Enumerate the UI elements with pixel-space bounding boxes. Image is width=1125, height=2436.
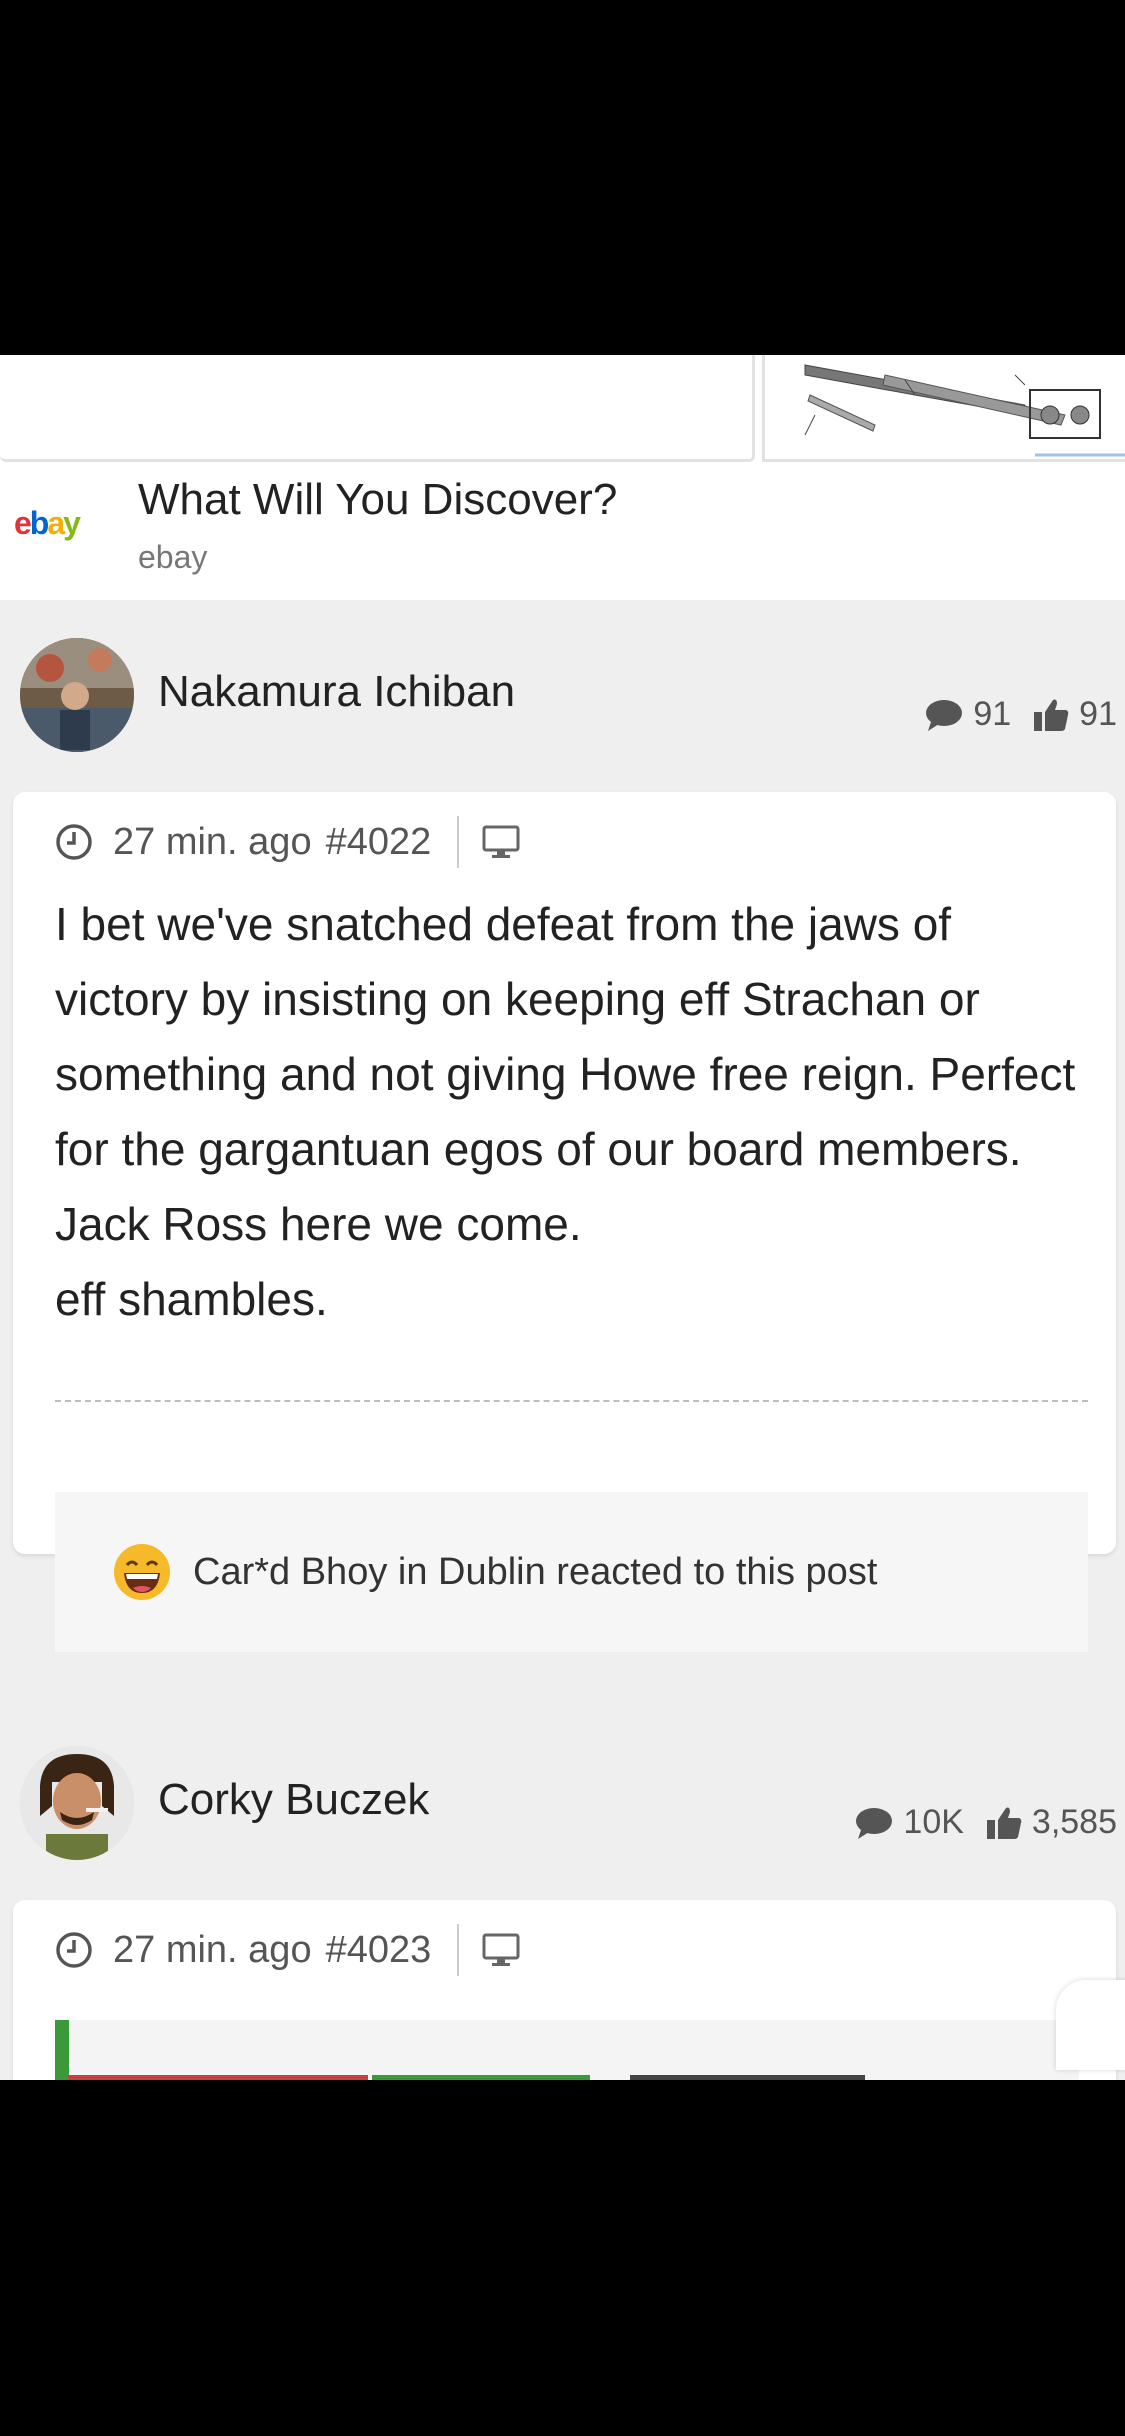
bottom-black-bar	[0, 2080, 1125, 2436]
post-meta: 27 min. ago #4023	[55, 1922, 521, 1978]
avatar[interactable]	[20, 638, 134, 752]
top-black-bar	[0, 0, 1125, 355]
like-count-value: 3,585	[1031, 1803, 1117, 1841]
author-name[interactable]: Nakamura Ichiban	[158, 667, 515, 717]
thumbs-up-icon	[1034, 699, 1069, 731]
clock-icon	[56, 824, 92, 860]
post-card: 27 min. ago #4023	[13, 1900, 1125, 2080]
post-body: I bet we've snatched defeat from the jaw…	[55, 887, 1095, 1337]
grin-emoji-icon	[114, 1544, 170, 1600]
like-count: 91	[1033, 695, 1117, 734]
post-paragraph: eff shambles.	[55, 1273, 328, 1325]
post-divider	[55, 1400, 1088, 1402]
comment-count-value: 91	[973, 695, 1012, 733]
ad-block[interactable]: ebay What Will You Discover? ebay	[0, 355, 1125, 600]
author-stats: 10K 3,585	[855, 1803, 1117, 1842]
comment-icon	[926, 699, 963, 731]
meta-divider	[457, 1924, 460, 1976]
desktop-icon	[482, 825, 520, 858]
comment-count: 10K	[855, 1803, 964, 1842]
avatar[interactable]	[20, 1746, 134, 1860]
author-stats: 91 91	[925, 695, 1117, 734]
parts-diagram-image	[765, 355, 1125, 459]
post-time: 27 min. ago	[113, 1928, 312, 1971]
reaction-notice[interactable]: Car*d Bhoy in Dublin reacted to this pos…	[55, 1492, 1088, 1652]
meta-divider	[457, 816, 460, 868]
post-paragraph: I bet we've snatched defeat from the jaw…	[55, 898, 1076, 1250]
like-count-value: 91	[1079, 695, 1117, 733]
comment-count: 91	[925, 695, 1011, 734]
floating-action-button[interactable]	[1056, 1980, 1125, 2070]
thumbs-up-icon	[986, 1807, 1022, 1839]
comment-count-value: 10K	[903, 1803, 964, 1841]
reaction-text: Car*d Bhoy in Dublin reacted to this pos…	[193, 1550, 878, 1593]
clock-icon	[56, 1932, 92, 1968]
post-meta: 27 min. ago #4022	[55, 814, 521, 870]
post-time: 27 min. ago	[113, 820, 312, 863]
quote-box	[55, 2020, 1079, 2080]
ad-product-image[interactable]	[762, 355, 1125, 462]
desktop-icon	[482, 1933, 520, 1966]
post-header: Corky Buczek 10K 3,585	[0, 1723, 1125, 1883]
like-count: 3,585	[986, 1803, 1117, 1842]
ad-source[interactable]: ebay	[138, 539, 207, 576]
ebay-logo[interactable]: ebay	[14, 505, 81, 542]
ad-title[interactable]: What Will You Discover?	[138, 475, 617, 525]
post-card: 27 min. ago #4022 I bet we've snatched d…	[13, 792, 1116, 1652]
author-name[interactable]: Corky Buczek	[158, 1775, 429, 1825]
ad-card-left[interactable]	[0, 355, 755, 462]
post-header: Nakamura Ichiban 91 91	[0, 615, 1125, 775]
comment-icon	[856, 1807, 893, 1839]
post-number[interactable]: #4023	[326, 1929, 432, 1972]
forum-screen: ebay What Will You Discover? ebay Nakamu…	[0, 355, 1125, 2080]
post-number[interactable]: #4022	[326, 821, 432, 864]
